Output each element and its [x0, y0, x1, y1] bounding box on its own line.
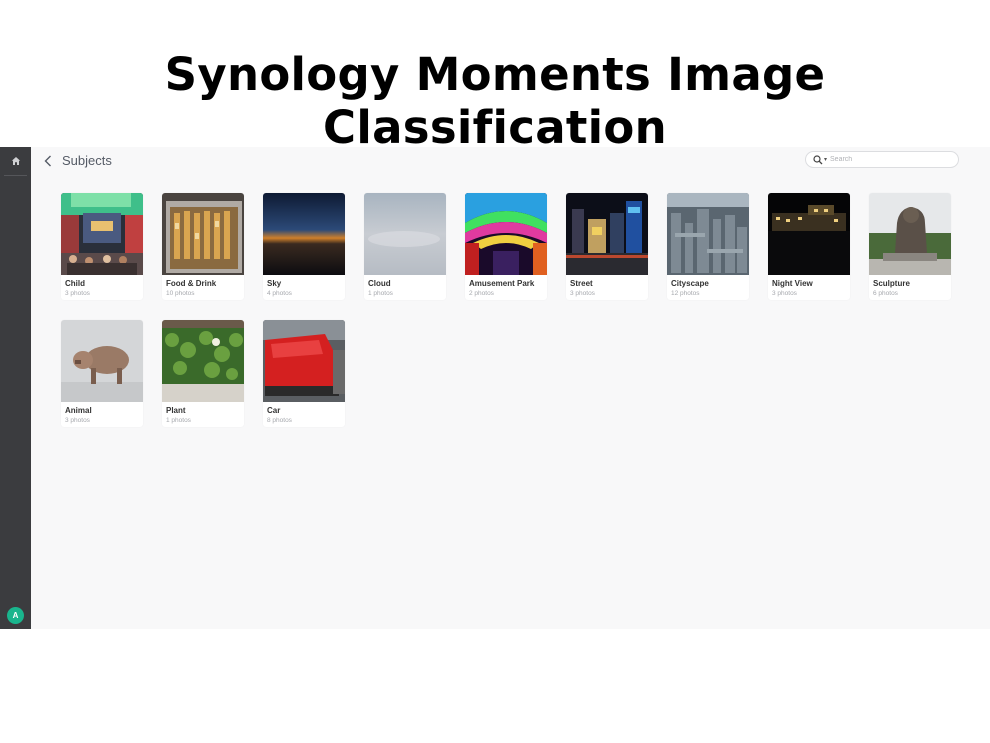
subject-count: 1 photos — [166, 417, 191, 424]
thumbnail-night-view — [768, 193, 850, 275]
subject-name: Food & Drink — [166, 279, 217, 288]
thumbnail-car — [263, 320, 345, 402]
subject-card-sculpture[interactable]: Sculpture 6 photos — [869, 193, 951, 300]
subject-card-car[interactable]: Car 8 photos — [263, 320, 345, 427]
subject-card-amusement-park[interactable]: Amusement Park 2 photos — [465, 193, 547, 300]
subject-name: Cityscape — [671, 279, 709, 288]
thumbnail-sky — [263, 193, 345, 275]
search-box[interactable]: ▾ — [805, 151, 959, 168]
subject-card-cloud[interactable]: Cloud 1 photos — [364, 193, 446, 300]
subject-name: Plant — [166, 406, 186, 415]
main-content: Subjects ▾ Search Child 3 photos Food & … — [31, 147, 990, 629]
thumbnail-child — [61, 193, 143, 275]
subject-count: 3 photos — [570, 290, 595, 297]
subject-card-plant[interactable]: Plant 1 photos — [162, 320, 244, 427]
subject-card-food-drink[interactable]: Food & Drink 10 photos — [162, 193, 244, 300]
subject-name: Night View — [772, 279, 813, 288]
subject-name: Amusement Park — [469, 279, 535, 288]
subject-count: 3 photos — [772, 290, 797, 297]
subject-card-night-view[interactable]: Night View 3 photos — [768, 193, 850, 300]
thumbnail-plant — [162, 320, 244, 402]
subject-card-child[interactable]: Child 3 photos — [61, 193, 143, 300]
rail-divider — [4, 175, 27, 176]
thumbnail-street — [566, 193, 648, 275]
thumbnail-cloud — [364, 193, 446, 275]
subject-name: Child — [65, 279, 85, 288]
subject-name: Sculpture — [873, 279, 910, 288]
subject-count: 3 photos — [65, 290, 90, 297]
subject-count: 4 photos — [267, 290, 292, 297]
subject-name: Car — [267, 406, 281, 415]
thumbnail-sculpture — [869, 193, 951, 275]
subject-count: 6 photos — [873, 290, 898, 297]
moments-app-window: A Subjects ▾ Search Child 3 photos Food … — [0, 147, 990, 629]
subject-card-animal[interactable]: Animal 3 photos — [61, 320, 143, 427]
subject-count: 8 photos — [267, 417, 292, 424]
subject-name: Sky — [267, 279, 282, 288]
subject-count: 1 photos — [368, 290, 393, 297]
search-input[interactable] — [830, 153, 941, 166]
left-rail: A — [0, 147, 31, 629]
page-title: Subjects — [62, 153, 112, 168]
thumbnail-animal — [61, 320, 143, 402]
subject-name: Street — [570, 279, 593, 288]
subject-count: 12 photos — [671, 290, 700, 297]
chevron-left-icon — [44, 155, 51, 167]
back-button[interactable] — [41, 153, 55, 169]
subject-card-street[interactable]: Street 3 photos — [566, 193, 648, 300]
thumbnail-amusement-park — [465, 193, 547, 275]
avatar[interactable]: A — [7, 607, 24, 624]
subject-count: 3 photos — [65, 417, 90, 424]
page-headline: Synology Moments Image Classification — [164, 48, 826, 154]
subject-card-sky[interactable]: Sky 4 photos — [263, 193, 345, 300]
subject-card-cityscape[interactable]: Cityscape 12 photos — [667, 193, 749, 300]
subject-count: 10 photos — [166, 290, 195, 297]
thumbnail-food-drink — [162, 193, 244, 275]
search-options-caret-icon[interactable]: ▾ — [824, 156, 827, 163]
subject-name: Animal — [65, 406, 92, 415]
subject-count: 2 photos — [469, 290, 494, 297]
subject-name: Cloud — [368, 279, 391, 288]
thumbnail-cityscape — [667, 193, 749, 275]
home-button[interactable] — [0, 147, 31, 175]
home-icon — [11, 157, 20, 165]
